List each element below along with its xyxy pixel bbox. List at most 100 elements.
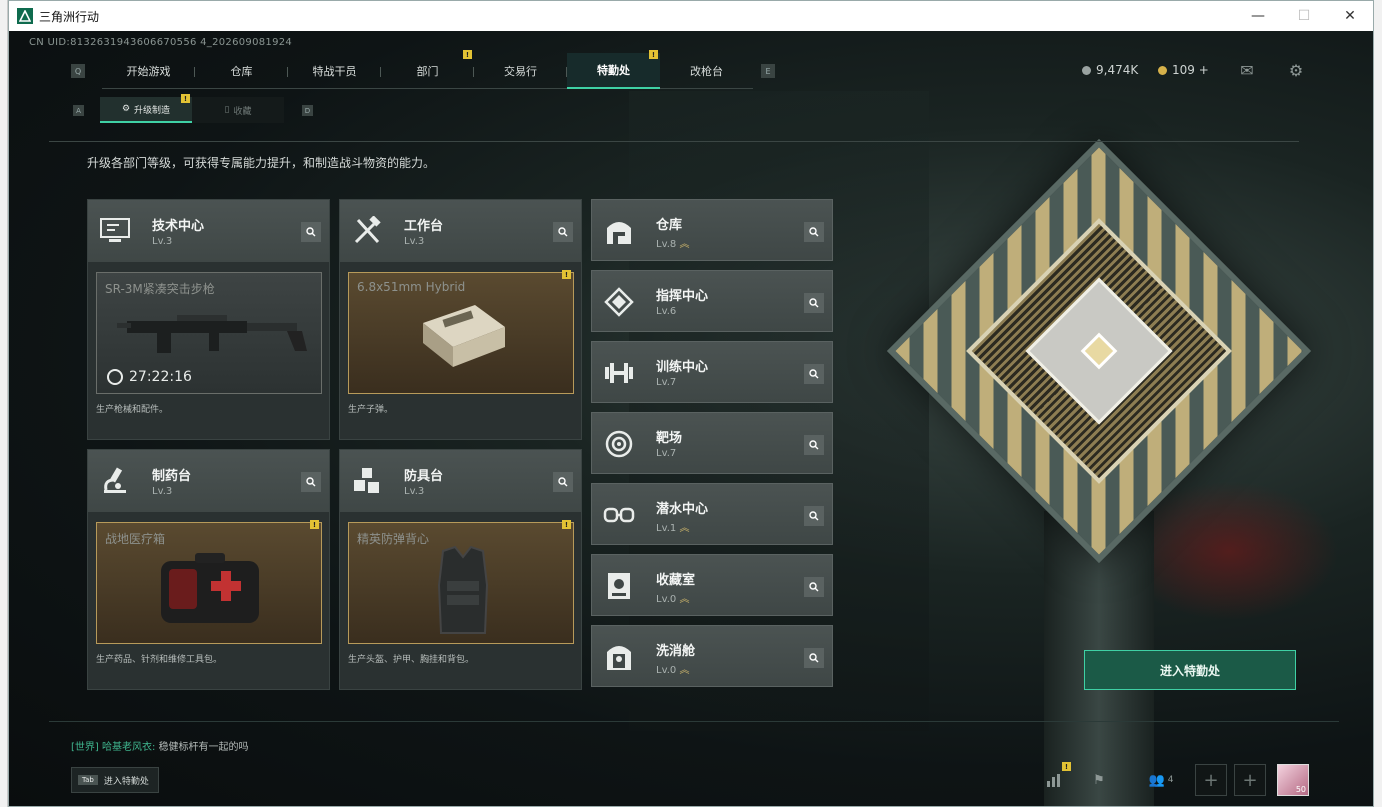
row-command-center[interactable]: 指挥中心 Lv.6 xyxy=(591,270,833,332)
uid-label: CN UID:8132631943606670556 4_20260908192… xyxy=(29,37,293,48)
search-button[interactable] xyxy=(804,293,824,313)
search-button[interactable] xyxy=(301,222,321,242)
subtab-upgrade-craft[interactable]: ⚙ 升级制造 ! xyxy=(100,94,192,123)
search-icon xyxy=(809,369,819,379)
product-name: 精英防弹背心 xyxy=(357,532,430,546)
search-button[interactable] xyxy=(804,435,824,455)
tab-departments[interactable]: 部门! xyxy=(381,50,474,89)
search-icon xyxy=(306,227,316,237)
timer-value: 27:22:16 xyxy=(129,369,192,385)
department-cube xyxy=(886,138,1312,564)
maximize-button[interactable]: ☐ xyxy=(1281,1,1327,31)
app-logo-icon xyxy=(17,8,33,24)
notice-badge: ! xyxy=(181,94,190,103)
card-tech-center[interactable]: 技术中心 Lv.3 SR-3M紧凑突击步枪 27:22:16 生产枪械和配件。 xyxy=(87,199,330,440)
minimize-button[interactable]: — xyxy=(1235,1,1281,31)
wrench-icon: ⚙ xyxy=(121,104,131,114)
mail-icon[interactable]: ✉ xyxy=(1237,61,1257,80)
upgrade-arrow-icon: ︽ xyxy=(679,665,690,676)
row-warehouse[interactable]: 仓库 Lv.8 ︽ xyxy=(591,199,833,261)
card-pharmacy[interactable]: 制药台 Lv.3 ! 战地医疗箱 生产药品、针剂和维修工具包。 xyxy=(87,449,330,690)
product-slot[interactable]: ! 战地医疗箱 xyxy=(96,520,322,644)
tab-gunsmith[interactable]: 改枪台 xyxy=(660,53,753,89)
search-button[interactable] xyxy=(804,506,824,526)
tab-start-game[interactable]: 开始游戏 xyxy=(102,53,195,89)
search-button[interactable] xyxy=(804,364,824,384)
search-button[interactable] xyxy=(804,648,824,668)
card-description: 生产药品、针剂和维修工具包。 xyxy=(96,655,223,665)
row-collection-room[interactable]: 收藏室 Lv.0 ︽ xyxy=(591,554,833,616)
tab-trading[interactable]: 交易行 xyxy=(474,53,567,89)
medkit-image xyxy=(161,553,259,623)
row-shooting-range[interactable]: 靶场 Lv.7 xyxy=(591,412,833,474)
upgrade-arrow-icon: ︽ xyxy=(679,239,690,250)
armor-vest-image xyxy=(437,545,489,634)
card-workbench[interactable]: 工作台 Lv.3 ! 6.8x51mm Hybrid 生产子弹。 xyxy=(339,199,582,440)
search-button[interactable] xyxy=(804,577,824,597)
tab-hint-enter[interactable]: Tab 进入特勤处 xyxy=(71,767,159,793)
search-icon xyxy=(306,477,316,487)
row-title: 指挥中心 xyxy=(656,289,709,304)
enter-special-ops-button[interactable]: 进入特勤处 xyxy=(1084,650,1296,690)
upgrade-arrow-icon: ︽ xyxy=(679,523,690,534)
clock-icon xyxy=(107,369,123,385)
subtab-collection[interactable]: ▯ 收藏 xyxy=(192,97,284,123)
card-level: Lv.3 xyxy=(404,236,425,247)
product-slot[interactable]: ! 6.8x51mm Hybrid xyxy=(348,270,574,394)
card-description: 生产头盔、护甲、胸挂和背包。 xyxy=(348,655,475,665)
cubes-icon xyxy=(350,464,384,498)
row-decon-chamber[interactable]: 洗消舱 Lv.0 ︽ xyxy=(591,625,833,687)
stats-icon[interactable]: ! xyxy=(1039,762,1071,796)
chat-user: 哈基老风衣: xyxy=(102,742,156,753)
friends-count: 4 xyxy=(1167,775,1174,785)
target-icon xyxy=(600,425,638,463)
notice-badge: ! xyxy=(562,520,571,529)
notice-badge: ! xyxy=(310,520,319,529)
notice-badge: ! xyxy=(649,50,658,59)
card-title: 防具台 xyxy=(404,469,444,484)
search-button[interactable] xyxy=(804,222,824,242)
row-level: Lv.6 xyxy=(656,306,677,317)
diving-mask-icon xyxy=(600,496,638,534)
title-bar: 三角洲行动 — ☐ ✕ xyxy=(9,1,1373,31)
key-hint: Tab xyxy=(78,775,98,785)
search-icon xyxy=(558,477,568,487)
avatar-level: 50 xyxy=(1295,785,1306,794)
coin-icon xyxy=(1082,65,1091,75)
ammo-box-image xyxy=(423,305,505,367)
product-slot[interactable]: SR-3M紧凑突击步枪 27:22:16 xyxy=(96,272,322,394)
tab-label: 改枪台 xyxy=(690,65,723,78)
tab-operators[interactable]: 特战干员 xyxy=(288,53,381,89)
sub-key-right: D xyxy=(302,105,313,116)
add-slot-button[interactable]: + xyxy=(1234,764,1266,796)
settings-gear-icon[interactable]: ⚙ xyxy=(1286,61,1306,80)
currency-havoc[interactable]: 9,474K xyxy=(1082,63,1138,77)
tab-label: 特战干员 xyxy=(312,65,357,78)
world-chat-line[interactable]: [世界] 哈基老风衣: 稳健标杆有一起的吗 xyxy=(71,738,249,753)
currency-gold[interactable]: 109 + xyxy=(1158,63,1209,77)
row-title: 仓库 xyxy=(656,218,683,233)
row-training-center[interactable]: 训练中心 Lv.7 xyxy=(591,341,833,403)
search-button[interactable] xyxy=(553,222,573,242)
row-diving-center[interactable]: 潜水中心 Lv.1 ︽ xyxy=(591,483,833,545)
tab-label: 部门 xyxy=(416,65,439,78)
desktop-right-edge xyxy=(1374,0,1382,807)
add-slot-button[interactable]: + xyxy=(1195,764,1227,796)
friends-button[interactable]: 👥 4 xyxy=(1139,764,1183,796)
product-name: SR-3M紧凑突击步枪 xyxy=(105,282,215,296)
collection-room-icon xyxy=(600,567,638,605)
avatar[interactable]: 50 xyxy=(1277,764,1309,796)
card-description: 生产子弹。 xyxy=(348,405,394,415)
row-title: 洗消舱 xyxy=(656,644,696,659)
command-center-icon xyxy=(600,283,638,321)
search-button[interactable] xyxy=(301,472,321,492)
close-button[interactable]: ✕ xyxy=(1327,1,1373,31)
flag-icon[interactable]: ⚑ xyxy=(1083,764,1115,796)
row-level: Lv.8 ︽ xyxy=(656,235,689,250)
tab-warehouse[interactable]: 仓库 xyxy=(195,53,288,89)
product-slot[interactable]: ! 精英防弹背心 xyxy=(348,520,574,644)
search-button[interactable] xyxy=(553,472,573,492)
upgrade-arrow-icon: ︽ xyxy=(679,594,690,605)
tab-special-ops[interactable]: 特勤处! xyxy=(567,50,660,89)
card-armor-bench[interactable]: 防具台 Lv.3 ! 精英防弹背心 生产头盔、护甲、胸挂和背包。 xyxy=(339,449,582,690)
